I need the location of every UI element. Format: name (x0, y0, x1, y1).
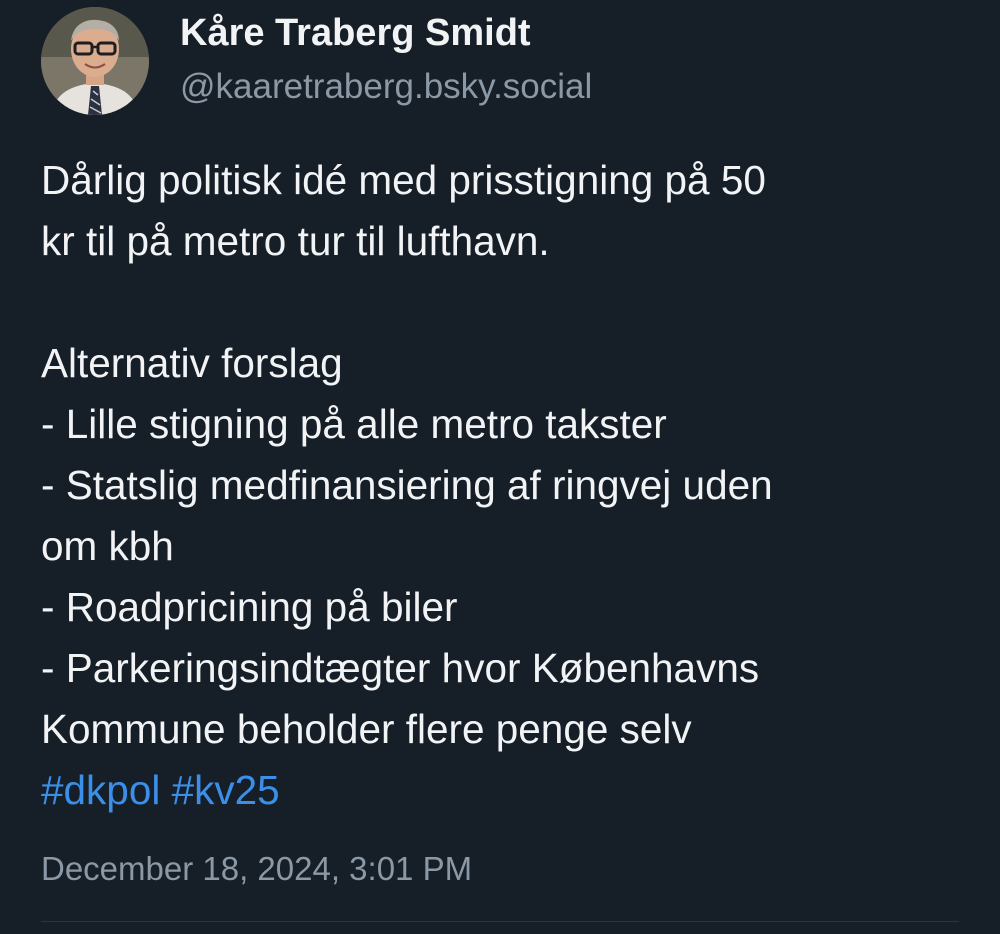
post-text-line: om kbh (41, 523, 174, 569)
post-text-line: Kommune beholder flere penge selv (41, 706, 692, 752)
divider (41, 921, 959, 922)
handle[interactable]: @kaaretraberg.bsky.social (180, 67, 592, 107)
post-timestamp: December 18, 2024, 3:01 PM (41, 850, 473, 887)
hashtag-link[interactable]: #dkpol (41, 767, 160, 813)
avatar[interactable] (41, 7, 149, 115)
hashtag-link[interactable]: #kv25 (172, 767, 280, 813)
post-text-line: - Statslig medfinansiering af ringvej ud… (41, 462, 773, 508)
post-text-line: Alternativ forslag (41, 340, 343, 386)
post-text-blank-line (41, 272, 981, 333)
profile-photo (41, 7, 149, 115)
post-text-line: - Roadpricining på biler (41, 584, 458, 630)
hashtags-line: #dkpol #kv25 (41, 760, 981, 821)
post-text-line: - Parkeringsindtægter hvor Københavns (41, 645, 760, 691)
display-name[interactable]: Kåre Traberg Smidt (180, 12, 531, 55)
post-text-line: kr til på metro tur til lufthavn. (41, 218, 550, 264)
post-text-line: Dårlig politisk idé med prisstigning på … (41, 157, 766, 203)
post: Kåre Traberg Smidt @kaaretraberg.bsky.so… (0, 0, 1000, 934)
post-text-line: - Lille stigning på alle metro takster (41, 401, 667, 447)
post-text: Dårlig politisk idé med prisstigning på … (41, 150, 981, 821)
